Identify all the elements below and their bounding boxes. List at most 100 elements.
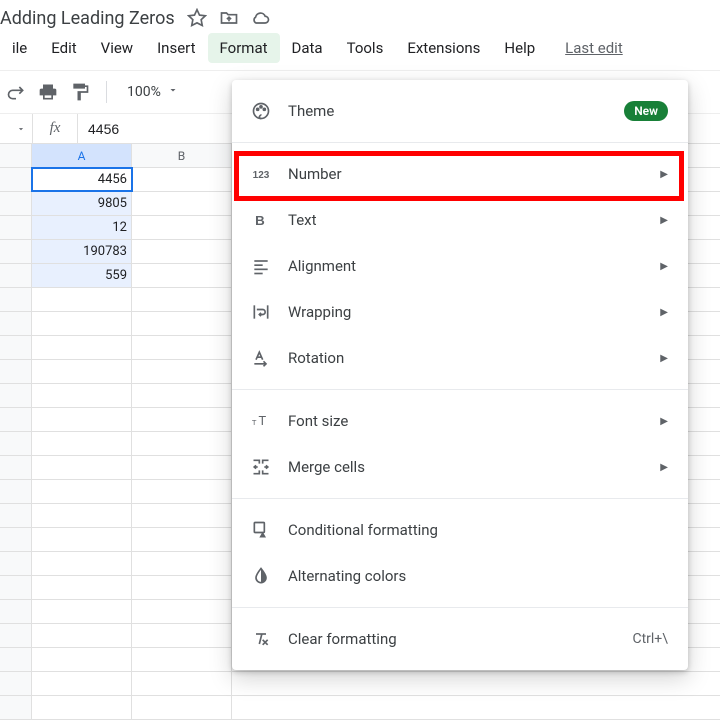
cell[interactable] <box>132 552 232 575</box>
paint-format-icon[interactable] <box>68 80 92 104</box>
menu-insert[interactable]: Insert <box>145 33 207 63</box>
cell[interactable] <box>132 240 232 263</box>
cell[interactable] <box>32 528 132 551</box>
row-header[interactable] <box>0 360 32 383</box>
menu-file[interactable]: ile <box>0 33 39 63</box>
menu-data[interactable]: Data <box>280 33 335 63</box>
cell[interactable] <box>132 504 232 527</box>
cell[interactable] <box>32 648 132 671</box>
cell[interactable] <box>32 504 132 527</box>
cell[interactable] <box>32 288 132 311</box>
row-header[interactable] <box>0 168 32 191</box>
menu-item-theme[interactable]: Theme New <box>232 88 688 134</box>
select-all-corner[interactable] <box>0 144 32 167</box>
cell[interactable] <box>132 648 232 671</box>
cell[interactable] <box>32 336 132 359</box>
cell[interactable] <box>132 192 232 215</box>
row-header[interactable] <box>0 504 32 527</box>
zoom-dropdown[interactable]: 100% <box>121 84 185 100</box>
cell[interactable] <box>32 408 132 431</box>
menu-item-text[interactable]: B Text ▶ <box>232 197 688 243</box>
name-box[interactable] <box>0 124 32 134</box>
col-header-a[interactable]: A <box>32 144 132 167</box>
row-header[interactable] <box>0 624 32 647</box>
document-title[interactable]: Adding Leading Zeros <box>0 8 175 29</box>
cell[interactable] <box>32 432 132 455</box>
row-header[interactable] <box>0 240 32 263</box>
cell[interactable] <box>132 696 232 719</box>
menu-item-wrapping[interactable]: Wrapping ▶ <box>232 289 688 335</box>
last-edit-link[interactable]: Last edit <box>565 39 623 57</box>
cell-a3[interactable]: 12 <box>32 216 132 239</box>
cell[interactable] <box>132 384 232 407</box>
cell[interactable] <box>132 528 232 551</box>
cell[interactable] <box>132 216 232 239</box>
menu-item-number[interactable]: 123 Number ▶ <box>232 151 688 197</box>
cell[interactable] <box>32 576 132 599</box>
row-header[interactable] <box>0 432 32 455</box>
cell-a2[interactable]: 9805 <box>32 192 132 215</box>
cell[interactable] <box>32 600 132 623</box>
cell[interactable] <box>132 600 232 623</box>
cell[interactable] <box>32 552 132 575</box>
print-icon[interactable] <box>36 80 60 104</box>
menu-item-font-size[interactable]: TT Font size ▶ <box>232 398 688 444</box>
cell[interactable] <box>132 672 232 695</box>
row-header[interactable] <box>0 528 32 551</box>
cell[interactable] <box>132 456 232 479</box>
row-header[interactable] <box>0 312 32 335</box>
row-header[interactable] <box>0 384 32 407</box>
row-header[interactable] <box>0 480 32 503</box>
menu-view[interactable]: View <box>89 33 145 63</box>
cell[interactable] <box>132 168 232 191</box>
cell[interactable] <box>32 672 132 695</box>
menu-item-conditional-formatting[interactable]: Conditional formatting <box>232 507 688 553</box>
row-header[interactable] <box>0 672 32 695</box>
row-header[interactable] <box>0 264 32 287</box>
cell[interactable] <box>32 624 132 647</box>
menu-item-rotation[interactable]: Rotation ▶ <box>232 335 688 381</box>
cell[interactable] <box>32 696 132 719</box>
menu-extensions[interactable]: Extensions <box>395 33 492 63</box>
row-header[interactable] <box>0 696 32 719</box>
row-header[interactable] <box>0 576 32 599</box>
cell[interactable] <box>32 360 132 383</box>
menu-edit[interactable]: Edit <box>39 33 88 63</box>
menu-item-merge-cells[interactable]: Merge cells ▶ <box>232 444 688 490</box>
cell[interactable] <box>132 360 232 383</box>
cloud-status-icon[interactable] <box>251 8 271 28</box>
star-icon[interactable] <box>187 8 207 28</box>
cell-a4[interactable]: 190783 <box>32 240 132 263</box>
cell[interactable] <box>132 312 232 335</box>
menu-item-alignment[interactable]: Alignment ▶ <box>232 243 688 289</box>
row-header[interactable] <box>0 192 32 215</box>
cell[interactable] <box>132 576 232 599</box>
col-header-b[interactable]: B <box>132 144 232 167</box>
menu-tools[interactable]: Tools <box>335 33 396 63</box>
cell[interactable] <box>132 288 232 311</box>
cell[interactable] <box>32 312 132 335</box>
cell-a1[interactable]: 4456 <box>32 168 132 191</box>
row-header[interactable] <box>0 288 32 311</box>
menu-item-alternating-colors[interactable]: Alternating colors <box>232 553 688 599</box>
menu-item-clear-formatting[interactable]: Clear formatting Ctrl+\ <box>232 616 688 662</box>
row-header[interactable] <box>0 600 32 623</box>
cell[interactable] <box>132 264 232 287</box>
row-header[interactable] <box>0 648 32 671</box>
move-to-folder-icon[interactable] <box>219 8 239 28</box>
cell[interactable] <box>32 456 132 479</box>
cell[interactable] <box>132 480 232 503</box>
cell[interactable] <box>32 384 132 407</box>
cell[interactable] <box>132 336 232 359</box>
menu-help[interactable]: Help <box>492 33 547 63</box>
cell[interactable] <box>32 480 132 503</box>
cell-a5[interactable]: 559 <box>32 264 132 287</box>
cell[interactable] <box>132 432 232 455</box>
row-header[interactable] <box>0 216 32 239</box>
redo-icon[interactable] <box>4 80 28 104</box>
row-header[interactable] <box>0 456 32 479</box>
cell[interactable] <box>132 408 232 431</box>
row-header[interactable] <box>0 408 32 431</box>
row-header[interactable] <box>0 552 32 575</box>
menu-format[interactable]: Format <box>208 33 280 63</box>
